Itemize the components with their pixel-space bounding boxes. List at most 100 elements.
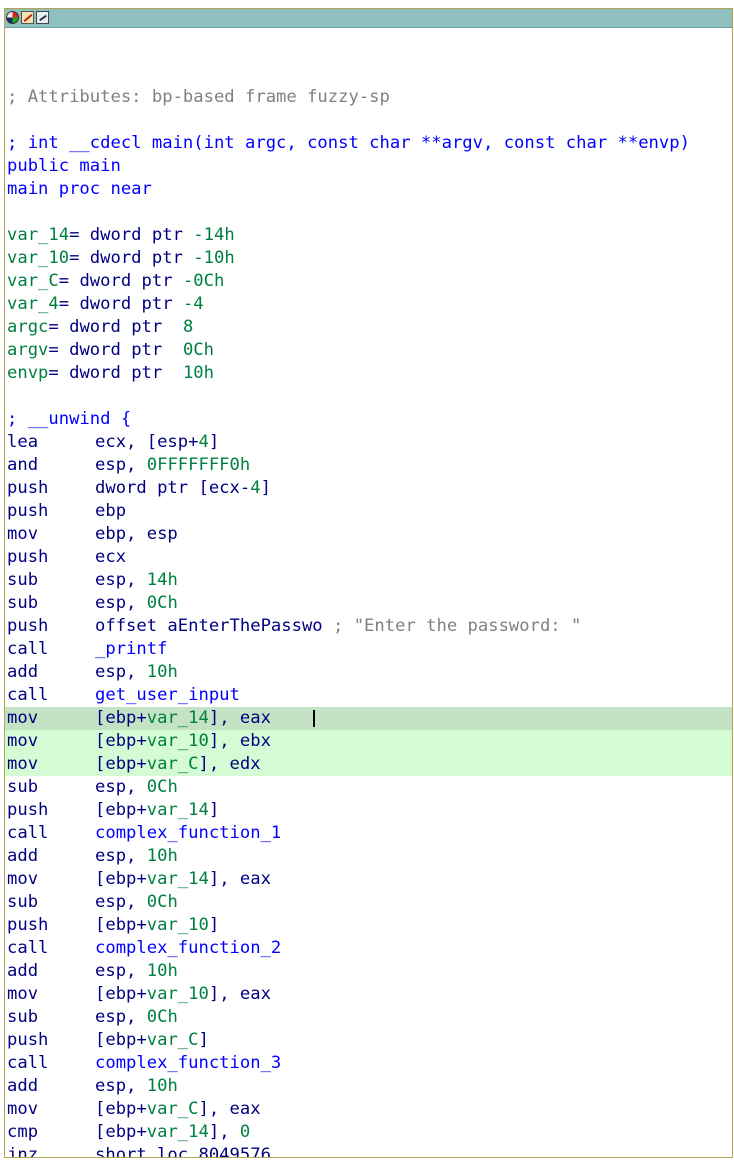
mnemonic: mov <box>7 524 39 544</box>
public-directive[interactable]: public main <box>5 155 732 178</box>
operand-part[interactable]: var_14 <box>147 869 209 889</box>
operand-part[interactable]: var_C <box>147 1099 199 1119</box>
operand-part[interactable]: var_10 <box>147 731 209 751</box>
operand-part[interactable]: complex_function_3 <box>95 1053 281 1073</box>
instruction-line[interactable]: mov [ebp+var_C], edx <box>5 753 732 776</box>
instruction-line[interactable]: jnz short loc_8049576 <box>5 1144 732 1158</box>
operand-part: short loc_8049576 <box>95 1145 271 1158</box>
mnemonic: and <box>7 455 39 475</box>
instruction-line[interactable]: call complex_function_1 <box>5 822 732 845</box>
var-type: = dword ptr <box>48 317 173 337</box>
mnemonic: add <box>7 662 39 682</box>
stack-var-var-c[interactable]: var_C= dword ptr -0Ch <box>5 270 732 293</box>
operand-part[interactable]: var_14 <box>147 708 209 728</box>
instruction-line[interactable]: push dword ptr [ecx-4] <box>5 477 732 500</box>
instruction-line[interactable]: call get_user_input <box>5 684 732 707</box>
mnemonic: sub <box>7 593 39 613</box>
instruction-line[interactable]: push offset aEnterThePasswo ; "Enter the … <box>5 615 732 638</box>
operand-part: 10h <box>146 662 178 682</box>
instruction-line[interactable]: mov [ebp+var_10], ebx <box>5 730 732 753</box>
operand-part[interactable]: var_C <box>147 1030 199 1050</box>
disassembly-listing[interactable]: ; Attributes: bp-based frame fuzzy-sp ; … <box>5 63 732 1158</box>
var-name[interactable]: var_4 <box>7 294 59 314</box>
instruction-line[interactable]: add esp, 10h <box>5 960 732 983</box>
instruction-line[interactable]: add esp, 10h <box>5 661 732 684</box>
instruction-line[interactable]: push ecx <box>5 546 732 569</box>
operand-part: ecx <box>95 547 127 567</box>
mnemonic: call <box>7 1053 49 1073</box>
operand-part: 14h <box>146 570 178 590</box>
stack-var-var-10[interactable]: var_10= dword ptr -10h <box>5 247 732 270</box>
operand-part: esp, <box>95 892 147 912</box>
proc-directive[interactable]: main proc near <box>5 178 732 201</box>
var-name[interactable]: var_10 <box>7 248 69 268</box>
stack-var-var-4[interactable]: var_4= dword ptr -4 <box>5 293 732 316</box>
operand-part: ], eax <box>208 708 271 728</box>
mnemonic: push <box>7 800 49 820</box>
operand-part[interactable]: var_C <box>147 754 199 774</box>
instruction-line[interactable]: mov [ebp+var_14], eax <box>5 868 732 891</box>
var-name[interactable]: argv <box>7 340 48 360</box>
stack-var-var-14[interactable]: var_14= dword ptr -14h <box>5 224 732 247</box>
instruction-line[interactable]: mov ebp, esp <box>5 523 732 546</box>
edit-icon[interactable] <box>21 11 34 24</box>
operand-part[interactable]: var_10 <box>147 915 209 935</box>
instruction-line[interactable]: sub esp, 0Ch <box>5 891 732 914</box>
operand-part: ] <box>208 432 220 452</box>
instruction-line[interactable]: add esp, 10h <box>5 1075 732 1098</box>
instruction-line[interactable]: push [ebp+var_10] <box>5 914 732 937</box>
operand-part[interactable]: get_user_input <box>95 685 240 705</box>
operand-part: 0Ch <box>146 593 178 613</box>
instruction-line[interactable]: call complex_function_2 <box>5 937 732 960</box>
instruction-list: lea ecx, [esp+4] and esp, 0FFFFFFF0h push dwo… <box>5 431 732 1158</box>
instruction-line[interactable]: push [ebp+var_C] <box>5 1029 732 1052</box>
mnemonic: mov <box>7 708 39 728</box>
stack-var-envp[interactable]: envp= dword ptr 10h <box>5 362 732 385</box>
instruction-line[interactable]: sub esp, 0Ch <box>5 1006 732 1029</box>
mnemonic: push <box>7 478 49 498</box>
stack-var-argv[interactable]: argv= dword ptr 0Ch <box>5 339 732 362</box>
var-name[interactable]: var_14 <box>7 225 69 245</box>
instruction-line[interactable]: call _printf <box>5 638 732 661</box>
operand-part[interactable]: var_14 <box>147 1122 209 1142</box>
var-name[interactable]: envp <box>7 363 48 383</box>
operand-part: [ebp+ <box>95 1122 147 1142</box>
var-name[interactable]: var_C <box>7 271 59 291</box>
window-titlebar <box>5 9 732 28</box>
chart-icon[interactable] <box>36 11 49 24</box>
mnemonic: call <box>7 685 49 705</box>
operand-part[interactable]: _printf <box>95 639 167 659</box>
instruction-line[interactable]: mov [ebp+var_10], eax <box>5 983 732 1006</box>
operand-part[interactable]: var_14 <box>147 800 209 820</box>
operand-part[interactable]: var_10 <box>147 984 209 1004</box>
instruction-line[interactable]: lea ecx, [esp+4] <box>5 431 732 454</box>
mnemonic: push <box>7 616 49 636</box>
instruction-line[interactable]: add esp, 10h <box>5 845 732 868</box>
graph-overview-icon[interactable] <box>6 11 19 24</box>
instruction-line[interactable]: push ebp <box>5 500 732 523</box>
mnemonic: jnz <box>7 1145 39 1158</box>
var-name[interactable]: argc <box>7 317 48 337</box>
operand-part: esp, <box>95 777 147 797</box>
operand-part[interactable]: complex_function_2 <box>95 938 281 958</box>
var-type: = dword ptr <box>69 248 194 268</box>
instruction-line[interactable]: mov [ebp+var_C], eax <box>5 1098 732 1121</box>
operand-part: ebp, esp <box>95 524 178 544</box>
instruction-line[interactable]: call complex_function_3 <box>5 1052 732 1075</box>
attributes-comment: ; Attributes: bp-based frame fuzzy-sp <box>7 87 390 107</box>
mnemonic: lea <box>7 432 39 452</box>
instruction-line[interactable]: sub esp, 0Ch <box>5 592 732 615</box>
operand-part: offset aEnterThePasswo <box>95 616 323 636</box>
var-type: = dword ptr <box>48 340 173 360</box>
operand-part: 0Ch <box>146 777 178 797</box>
instruction-line[interactable]: push [ebp+var_14] <box>5 799 732 822</box>
instruction-line[interactable]: sub esp, 0Ch <box>5 776 732 799</box>
var-type: = dword ptr <box>58 294 183 314</box>
instruction-line[interactable]: and esp, 0FFFFFFF0h <box>5 454 732 477</box>
stack-var-argc[interactable]: argc= dword ptr 8 <box>5 316 732 339</box>
instruction-line[interactable]: cmp [ebp+var_14], 0 <box>5 1121 732 1144</box>
instruction-line[interactable]: sub esp, 14h <box>5 569 732 592</box>
operand-part[interactable]: complex_function_1 <box>95 823 281 843</box>
instruction-line[interactable]: mov [ebp+var_14], eax <box>5 707 732 730</box>
